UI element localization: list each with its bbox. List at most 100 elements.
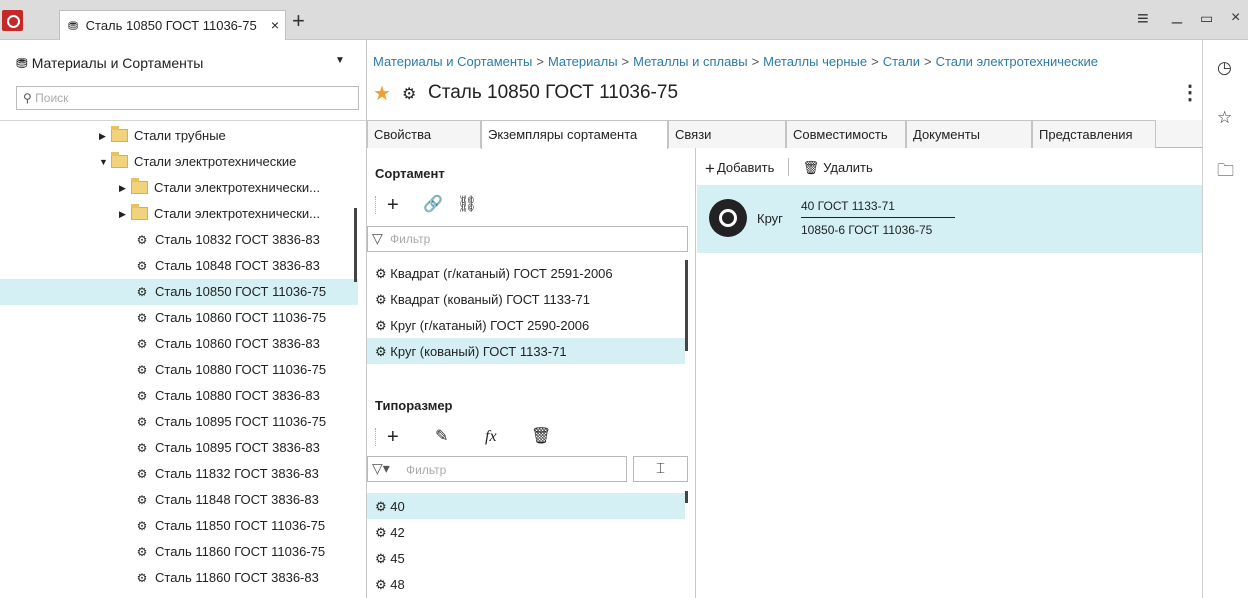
- breadcrumb-separator: >: [923, 54, 932, 69]
- tiporazmer-filter-input[interactable]: ▽▾ Фильтр: [367, 456, 627, 482]
- sortament-list-item[interactable]: ⚙ Круг (г/катаный) ГОСТ 2590-2006: [367, 312, 685, 338]
- instances-panel: + Добавить 🗑 Удалить Круг 40 ГОСТ 1133-71 …: [697, 148, 1202, 598]
- close-button[interactable]: ×: [1231, 9, 1240, 27]
- material-icon: ⚙: [136, 519, 148, 533]
- tab-properties[interactable]: Свойства: [367, 120, 481, 148]
- instance-row[interactable]: Круг 40 ГОСТ 1133-71 10850-6 ГОСТ 11036-…: [697, 185, 1202, 253]
- document-tab[interactable]: ⛃ Сталь 10850 ГОСТ 11036-75 ×: [59, 10, 286, 40]
- minimize-button[interactable]: _: [1172, 4, 1182, 25]
- tab-close-icon[interactable]: ×: [271, 17, 279, 33]
- material-icon: ⚙: [136, 493, 148, 507]
- tree-material-item[interactable]: ⚙ Сталь 11832 ГОСТ 3836-83: [0, 461, 358, 487]
- tree-material-item[interactable]: ⚙ Сталь 10832 ГОСТ 3836-83: [0, 227, 358, 253]
- tree-material-item[interactable]: ⚙ Сталь 11850 ГОСТ 11036-75: [0, 513, 358, 539]
- tree-material-item[interactable]: ⚙ Сталь 10860 ГОСТ 3836-83: [0, 331, 358, 357]
- tree-material-item[interactable]: ⚙ Сталь 11860 ГОСТ 11036-75: [0, 539, 358, 565]
- tree-folder-item[interactable]: ▶ Стали трубные: [0, 123, 358, 149]
- history-clock-icon[interactable]: ◷: [1217, 58, 1232, 78]
- tab-compatibility[interactable]: Совместимость: [786, 120, 906, 148]
- tree-item-label: Стали электротехнически...: [154, 180, 320, 195]
- app-logo-icon[interactable]: [2, 10, 23, 31]
- tiporazmer-list-item[interactable]: ⚙ 42: [367, 519, 685, 545]
- sortament-filter-input[interactable]: ▽ Фильтр: [367, 226, 688, 252]
- tree-material-item[interactable]: ⚙ Сталь 11848 ГОСТ 3836-83: [0, 487, 358, 513]
- tab-links[interactable]: Связи: [668, 120, 786, 148]
- title-bar: ⛃ Сталь 10850 ГОСТ 11036-75 × + ≡ _ ▭ ×: [0, 0, 1248, 40]
- tiporazmer-list-item[interactable]: ⚙ 45: [367, 545, 685, 571]
- sortament-item-label: Круг (кованый) ГОСТ 1133-71: [390, 344, 567, 359]
- tree-folder-item[interactable]: ▶ Стали электротехнически...: [0, 201, 358, 227]
- expanded-arrow-icon[interactable]: ▼: [99, 157, 111, 167]
- size-icon: ⚙: [375, 577, 391, 592]
- tab-instances[interactable]: Экземпляры сортамента: [481, 120, 668, 149]
- maximize-button[interactable]: ▭: [1200, 10, 1213, 27]
- add-instance-button[interactable]: + Добавить: [705, 159, 774, 178]
- more-options-icon[interactable]: ⋮: [1180, 80, 1200, 105]
- tree-folder-item[interactable]: ▶ Стали электротехнически...: [0, 175, 358, 201]
- edit-pencil-icon[interactable]: ✎: [435, 426, 448, 448]
- add-tab-button[interactable]: +: [292, 10, 305, 32]
- material-icon: ⚙: [136, 571, 148, 585]
- sortament-list-item[interactable]: ⚙ Круг (кованый) ГОСТ 1133-71: [367, 338, 685, 364]
- page-title: Сталь 10850 ГОСТ 11036-75: [428, 82, 679, 103]
- collapsed-arrow-icon[interactable]: ▶: [119, 183, 131, 194]
- sidebar-title[interactable]: ⛃ Материалы и Сортаменты: [16, 55, 203, 72]
- tree-scrollbar[interactable]: [354, 208, 357, 282]
- breadcrumb-link[interactable]: Металлы и сплавы: [633, 54, 747, 69]
- tree-item-label: Сталь 10895 ГОСТ 3836-83: [155, 440, 320, 455]
- tree-material-item[interactable]: ⚙ Сталь 10850 ГОСТ 11036-75: [0, 279, 358, 305]
- tree-material-item[interactable]: ⚙ Сталь 10895 ГОСТ 11036-75: [0, 409, 358, 435]
- chevron-down-icon[interactable]: ▼: [335, 55, 345, 66]
- breadcrumb-link[interactable]: Металлы черные: [763, 54, 867, 69]
- instance-denominator: 10850-6 ГОСТ 11036-75: [801, 223, 933, 237]
- material-icon: ⚙: [136, 337, 148, 351]
- link-icon[interactable]: 🔗: [423, 194, 443, 216]
- collapsed-arrow-icon[interactable]: ▶: [119, 209, 131, 220]
- toolbar-grip: [375, 428, 376, 446]
- filter-icon: ▽: [372, 230, 383, 246]
- tree-material-item[interactable]: ⚙ Сталь 10880 ГОСТ 11036-75: [0, 357, 358, 383]
- breadcrumb-link[interactable]: Материалы: [548, 54, 618, 69]
- sortament-list-item[interactable]: ⚙ Квадрат (кованый) ГОСТ 1133-71: [367, 286, 685, 312]
- tiporazmer-list-item[interactable]: ⚙ 48: [367, 571, 685, 597]
- delete-icon[interactable]: 🗑: [531, 426, 551, 448]
- breadcrumb-link[interactable]: Стали электротехнические: [936, 54, 1098, 69]
- formula-icon[interactable]: fx: [485, 426, 497, 448]
- favorites-star-icon[interactable]: ☆: [1217, 108, 1232, 128]
- unlink-icon[interactable]: ⛓: [457, 194, 477, 216]
- sortament-panel: Сортамент + 🔗 ⛓ ▽ Фильтр ⚙ Квадрат (г/ка…: [367, 148, 696, 598]
- fraction-line: [801, 217, 955, 218]
- sortament-list-item[interactable]: ⚙ Квадрат (г/катаный) ГОСТ 2591-2006: [367, 260, 685, 286]
- tree-folder-item[interactable]: ▼ Стали электротехнические: [0, 149, 358, 175]
- tiporazmer-toolbar: + ✎ fx 🗑: [375, 426, 575, 450]
- tiporazmer-scrollbar[interactable]: [685, 491, 688, 503]
- collapsed-arrow-icon[interactable]: ▶: [99, 131, 111, 142]
- add-icon[interactable]: +: [387, 194, 399, 216]
- search-input[interactable]: ⚲ Поиск: [16, 86, 359, 110]
- breadcrumb-link[interactable]: Стали: [883, 54, 920, 69]
- add-icon[interactable]: +: [387, 426, 399, 448]
- material-icon: ⚙: [375, 344, 391, 359]
- tree-material-item[interactable]: ⚙ Сталь 10848 ГОСТ 3836-83: [0, 253, 358, 279]
- filter-dropdown-icon[interactable]: ▽▾: [372, 460, 390, 477]
- size-icon: ⚙: [375, 499, 391, 514]
- favorite-star-icon[interactable]: ★: [373, 81, 391, 106]
- delete-instance-button[interactable]: 🗑 Удалить: [803, 160, 873, 175]
- folder-open-icon[interactable]: 🗀: [1217, 158, 1234, 187]
- breadcrumb-separator: >: [751, 54, 760, 69]
- tab-documents[interactable]: Документы: [906, 120, 1032, 148]
- tab-representations[interactable]: Представления: [1032, 120, 1156, 148]
- sortament-scrollbar[interactable]: [685, 260, 688, 351]
- sortament-logo-icon: [709, 199, 747, 237]
- column-settings-button[interactable]: ⌶: [633, 456, 688, 482]
- size-icon: ⚙: [375, 525, 391, 540]
- tree-material-item[interactable]: ⚙ Сталь 10880 ГОСТ 3836-83: [0, 383, 358, 409]
- add-icon: +: [705, 159, 715, 178]
- tree-item-label: Сталь 10880 ГОСТ 3836-83: [155, 388, 320, 403]
- breadcrumb-link[interactable]: Материалы и Сортаменты: [373, 54, 532, 69]
- tree-material-item[interactable]: ⚙ Сталь 10860 ГОСТ 11036-75: [0, 305, 358, 331]
- hamburger-menu-icon[interactable]: ≡: [1137, 8, 1149, 31]
- tiporazmer-list-item[interactable]: ⚙ 40: [367, 493, 685, 519]
- tree-material-item[interactable]: ⚙ Сталь 11860 ГОСТ 3836-83: [0, 565, 358, 591]
- tree-material-item[interactable]: ⚙ Сталь 10895 ГОСТ 3836-83: [0, 435, 358, 461]
